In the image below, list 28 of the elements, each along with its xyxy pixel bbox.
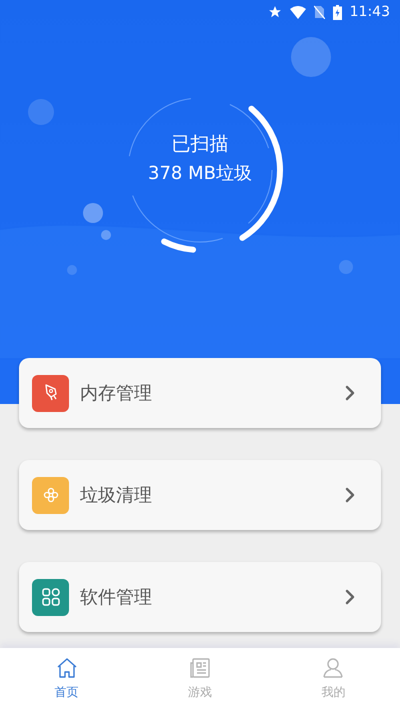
star-icon xyxy=(268,5,282,19)
menu-card[interactable]: 垃圾清理 xyxy=(19,460,381,530)
menu-label: 软件管理 xyxy=(80,586,153,609)
chevron-right-icon xyxy=(345,589,355,605)
bubble xyxy=(291,37,331,77)
newspaper-icon xyxy=(188,657,211,679)
status-time: 11:43 xyxy=(350,4,390,20)
home-icon xyxy=(56,657,78,679)
grid-icon xyxy=(42,588,60,606)
flower-icon xyxy=(42,487,58,503)
nav-tab[interactable]: 首页 xyxy=(0,648,134,710)
bubble xyxy=(339,260,353,274)
chevron-right-icon xyxy=(345,487,355,503)
chevron-right-icon xyxy=(345,385,355,401)
junk-size: 378 MB垃圾 xyxy=(148,162,252,185)
bubble xyxy=(101,230,111,240)
bubble xyxy=(28,99,54,125)
menu-label: 内存管理 xyxy=(80,382,153,405)
wifi-icon xyxy=(290,6,306,18)
bubble xyxy=(83,203,103,223)
person-icon xyxy=(322,657,344,679)
menu-label: 垃圾清理 xyxy=(80,484,153,507)
menu-card[interactable]: 内存管理 xyxy=(19,358,381,428)
menu-card[interactable]: 软件管理 xyxy=(19,562,381,632)
no-sim-icon xyxy=(314,5,325,19)
battery-icon xyxy=(332,4,342,20)
bubble xyxy=(67,265,77,275)
scan-title: 已扫描 xyxy=(172,132,228,157)
